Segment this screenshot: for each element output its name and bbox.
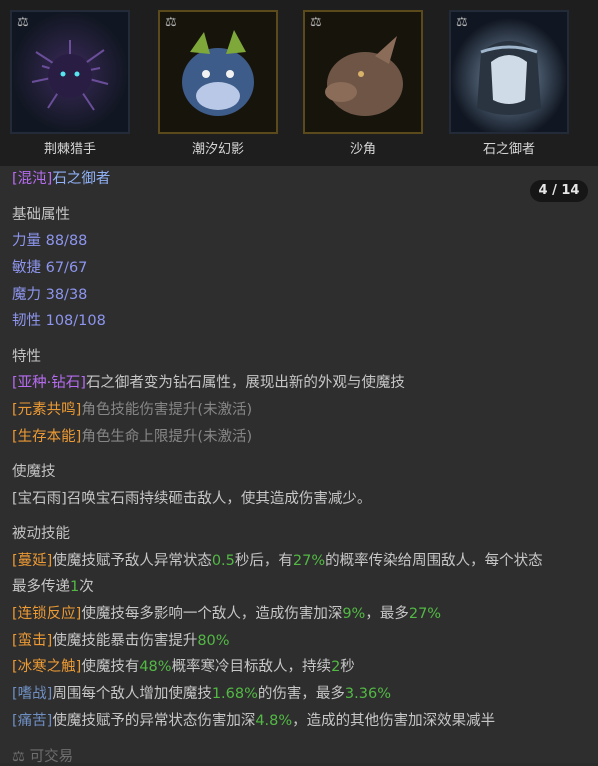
- page-indicator: 4 / 14: [530, 180, 588, 202]
- skill-tag: [宝石雨]: [12, 491, 67, 507]
- passive-row: [连锁反应]使魔技每多影响一个敌人，造成伤害加深9%，最多27%: [12, 606, 442, 622]
- tidal-phantom-portrait-icon: [160, 12, 276, 132]
- passive-tag: [冰寒之触]: [12, 659, 82, 675]
- passive-heading: 被动技能: [12, 526, 70, 542]
- trait-tag: [生存本能]: [12, 429, 82, 445]
- tradable-icon: ⚖: [17, 15, 29, 30]
- trait-tag: [元素共鸣]: [12, 402, 82, 418]
- tradable-icon: ⚖: [310, 15, 322, 30]
- pet-card-thorn-hunter[interactable]: ⚖ 荆棘猎手: [10, 10, 130, 166]
- pet-card-stone-warden[interactable]: ⚖ 石之御者: [449, 10, 569, 166]
- sand-horn-portrait-icon: [305, 12, 421, 132]
- pet-name: 石之御者: [482, 142, 535, 157]
- base-stats-heading: 基础属性: [12, 207, 70, 223]
- stat-agility: 敏捷 67/67: [12, 260, 88, 276]
- trait-row: [元素共鸣]角色技能伤害提升(未激活): [12, 398, 252, 419]
- skill-text: 召唤宝石雨持续砸击敌人，使其造成伤害减少。: [66, 491, 372, 507]
- pet-card-strip: ⚖ 荆棘猎手 ⚖ 潮汐幻影 ⚖ 沙角 ⚖ 石之御者: [0, 0, 598, 166]
- passive-tag: [蛮击]: [12, 633, 53, 649]
- pet-title: [混沌]石之御者: [12, 167, 110, 188]
- pet-name: 沙角: [349, 142, 376, 157]
- trait-row: [亚种·钻石]石之御者变为钻石属性，展现出新的外观与使魔技: [12, 371, 405, 392]
- tradable-icon: ⚖: [165, 15, 177, 30]
- stat-strength: 力量 88/88: [12, 233, 88, 249]
- passive-row: [嗜战]周围每个敌人增加使魔技1.68%的伤害，最多3.36%: [12, 686, 391, 702]
- thorn-hunter-portrait-icon: [12, 12, 128, 132]
- trait-text: 角色生命上限提升(未激活): [81, 429, 253, 445]
- tradable-icon: ⚖: [456, 15, 468, 30]
- trait-text: 石之御者变为钻石属性，展现出新的外观与使魔技: [85, 375, 405, 391]
- traits-heading: 特性: [12, 349, 41, 365]
- pet-portrait: ⚖: [10, 10, 130, 134]
- pet-title-name: 石之御者: [52, 171, 111, 187]
- pet-card-sand-horn[interactable]: ⚖ 沙角: [303, 10, 423, 166]
- pet-portrait: ⚖: [303, 10, 423, 134]
- passive-tag: [蔓延]: [12, 553, 53, 569]
- pet-name: 荆棘猎手: [43, 142, 96, 157]
- trait-text: 角色技能伤害提升(未激活): [81, 402, 253, 418]
- pet-portrait: ⚖: [449, 10, 569, 134]
- passive-row: [蔓延]使魔技赋予敌人异常状态0.5秒后，有27%的概率传染给周围敌人，每个状态: [12, 553, 543, 569]
- pet-portrait: ⚖: [158, 10, 278, 134]
- trait-row: [生存本能]角色生命上限提升(未激活): [12, 425, 252, 446]
- stone-warden-portrait-icon: [451, 12, 567, 132]
- passive-row: [痛苦]使魔技赋予的异常状态伤害加深4.8%，造成的其他伤害加深效果减半: [12, 713, 496, 729]
- stat-magic: 魔力 38/38: [12, 287, 88, 303]
- passive-row: [冰寒之触]使魔技有48%概率寒冷目标敌人，持续2秒: [12, 659, 355, 675]
- trait-tag: [亚种·钻石]: [12, 375, 86, 391]
- stat-toughness: 韧性 108/108: [12, 313, 106, 329]
- passive-row: [蛮击]使魔技能暴击伤害提升80%: [12, 633, 230, 649]
- passive-row-continued: 最多传递1次: [12, 579, 94, 595]
- passive-tag: [连锁反应]: [12, 606, 82, 622]
- skill-heading: 使魔技: [12, 464, 56, 480]
- rarity-tag: [混沌]: [12, 171, 53, 187]
- skill-row: [宝石雨]召唤宝石雨持续砸击敌人，使其造成伤害减少。: [12, 487, 371, 508]
- pet-card-tidal-phantom[interactable]: ⚖ 潮汐幻影: [158, 10, 278, 166]
- passive-tag: [痛苦]: [12, 713, 53, 729]
- pet-name: 潮汐幻影: [191, 142, 244, 157]
- passive-tag: [嗜战]: [12, 686, 53, 702]
